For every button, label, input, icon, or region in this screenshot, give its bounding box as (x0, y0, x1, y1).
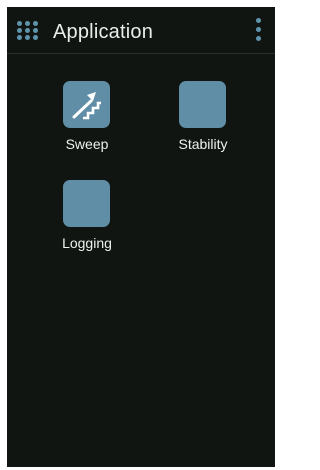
blank-app-icon (63, 180, 110, 227)
app-bar: Application (7, 7, 275, 54)
app-tile-stability[interactable]: Stability (153, 81, 253, 171)
app-label: Stability (178, 136, 228, 152)
app-label: Sweep (65, 136, 109, 152)
blank-app-icon (179, 81, 226, 128)
app-screen: Application Sweep Stability Logging (7, 7, 275, 467)
more-vert-icon[interactable] (255, 18, 263, 44)
app-tile-logging[interactable]: Logging (37, 180, 137, 270)
apps-grid-icon[interactable] (17, 21, 41, 41)
app-label: Logging (62, 235, 112, 251)
app-tile-sweep[interactable]: Sweep (37, 81, 137, 171)
page-title: Application (53, 21, 154, 43)
sweep-icon (63, 81, 110, 128)
